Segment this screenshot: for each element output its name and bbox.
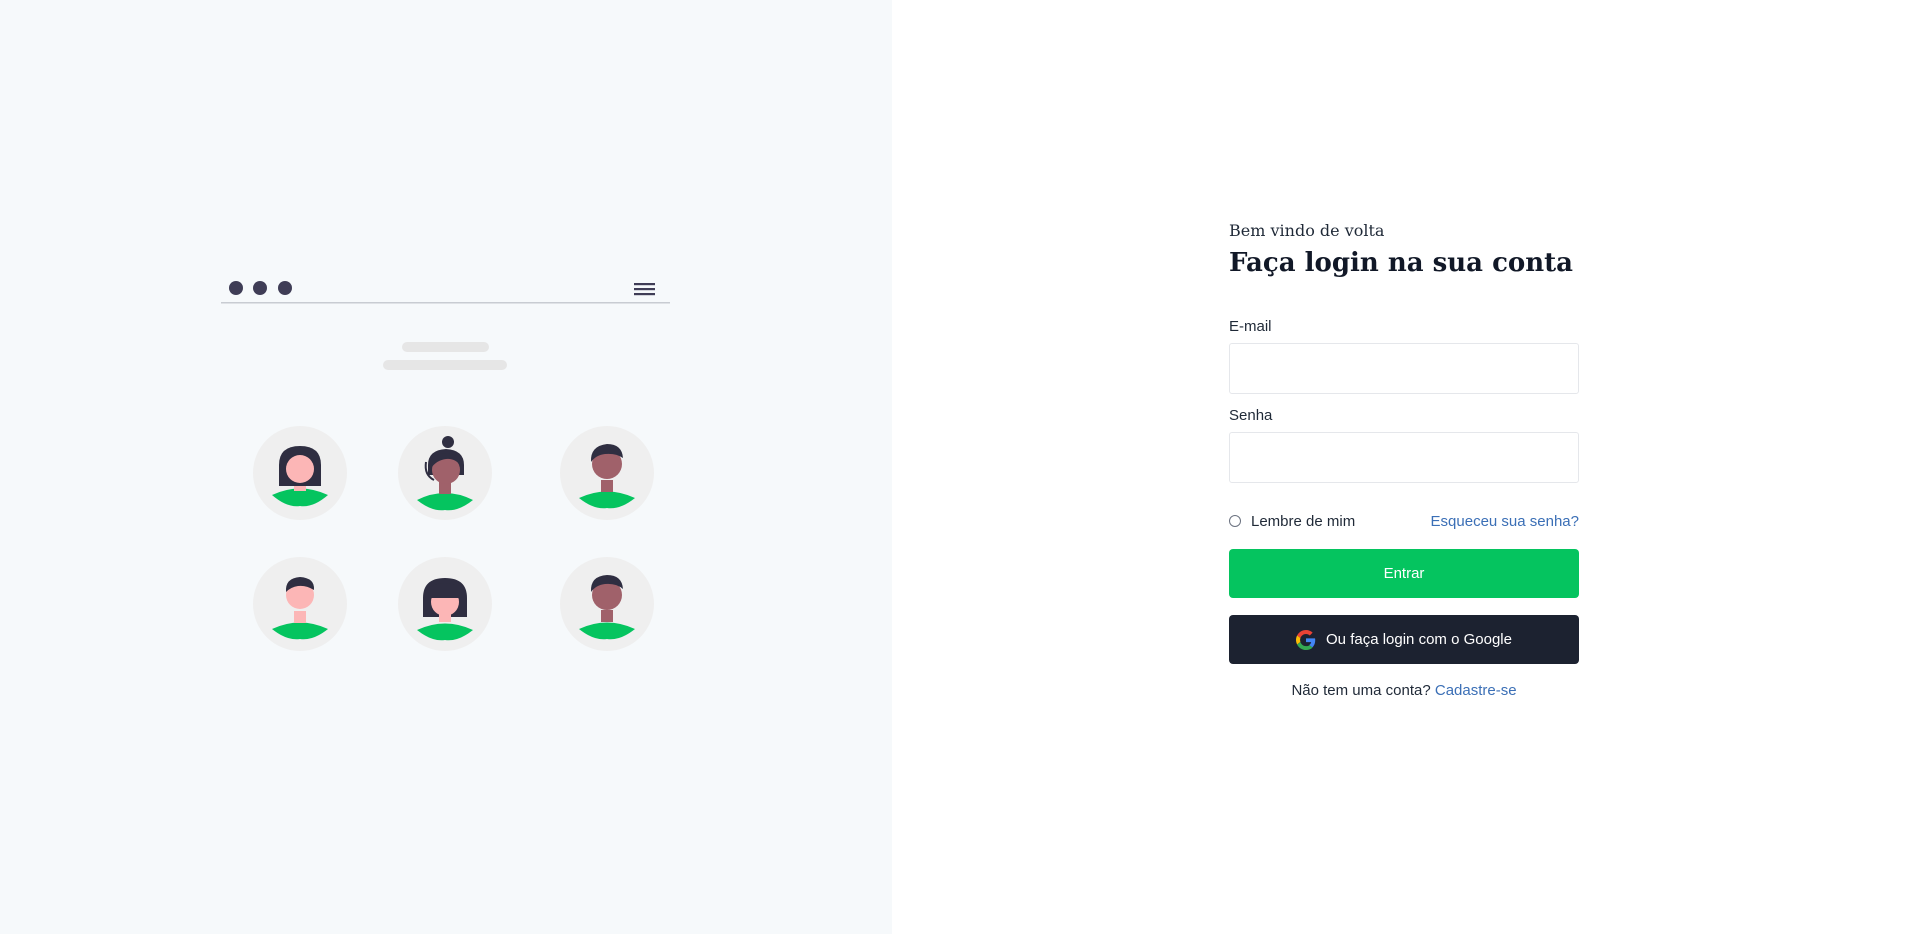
login-panel: Bem vindo de volta Faça login na sua con… — [892, 0, 1917, 934]
remember-me-option[interactable]: Lembre de mim — [1229, 513, 1355, 530]
email-label: E-mail — [1229, 318, 1272, 335]
remember-me-label: Lembre de mim — [1251, 512, 1356, 530]
password-field[interactable] — [1229, 432, 1579, 483]
login-button-label: Entrar — [1383, 565, 1425, 582]
no-account-text: Não tem uma conta? — [1291, 682, 1435, 699]
email-field[interactable] — [1229, 343, 1579, 394]
remember-me-radio[interactable] — [1229, 515, 1241, 527]
forgot-password-link[interactable]: Esqueceu sua senha? — [1431, 513, 1579, 530]
signup-row: Não tem uma conta? Cadastre-se — [1229, 682, 1579, 699]
password-label: Senha — [1229, 407, 1273, 424]
email-group: E-mail — [1229, 317, 1579, 394]
window-dots-icon — [229, 281, 292, 295]
google-icon — [1296, 629, 1316, 650]
login-form: Bem vindo de volta Faça login na sua con… — [1229, 221, 1579, 699]
team-illustration — [221, 281, 670, 651]
avatar-woman-bob — [253, 426, 347, 520]
hamburger-menu-icon — [634, 283, 655, 296]
login-page: Bem vindo de volta Faça login na sua con… — [0, 0, 1917, 934]
password-group: Senha — [1229, 406, 1579, 483]
placeholder-bar — [383, 360, 507, 370]
google-login-button[interactable]: Ou faça login com o Google — [1229, 615, 1579, 664]
login-button[interactable]: Entrar — [1229, 549, 1579, 598]
illustration-panel — [0, 0, 892, 934]
avatar-man-curly — [560, 557, 654, 651]
google-login-label: Ou faça login com o Google — [1326, 631, 1512, 648]
avatar-man-light — [253, 557, 347, 651]
page-title: Faça login na sua conta — [1229, 248, 1574, 278]
avatar-woman-bangs — [398, 557, 492, 651]
avatar-woman-bun — [398, 426, 492, 520]
welcome-text: Bem vindo de volta — [1229, 221, 1385, 240]
placeholder-bar — [402, 342, 489, 352]
options-row: Lembre de mim Esqueceu sua senha? — [1229, 511, 1579, 531]
signup-link[interactable]: Cadastre-se — [1435, 682, 1517, 699]
avatar-man-dark — [560, 426, 654, 520]
window-header-divider — [221, 302, 670, 304]
